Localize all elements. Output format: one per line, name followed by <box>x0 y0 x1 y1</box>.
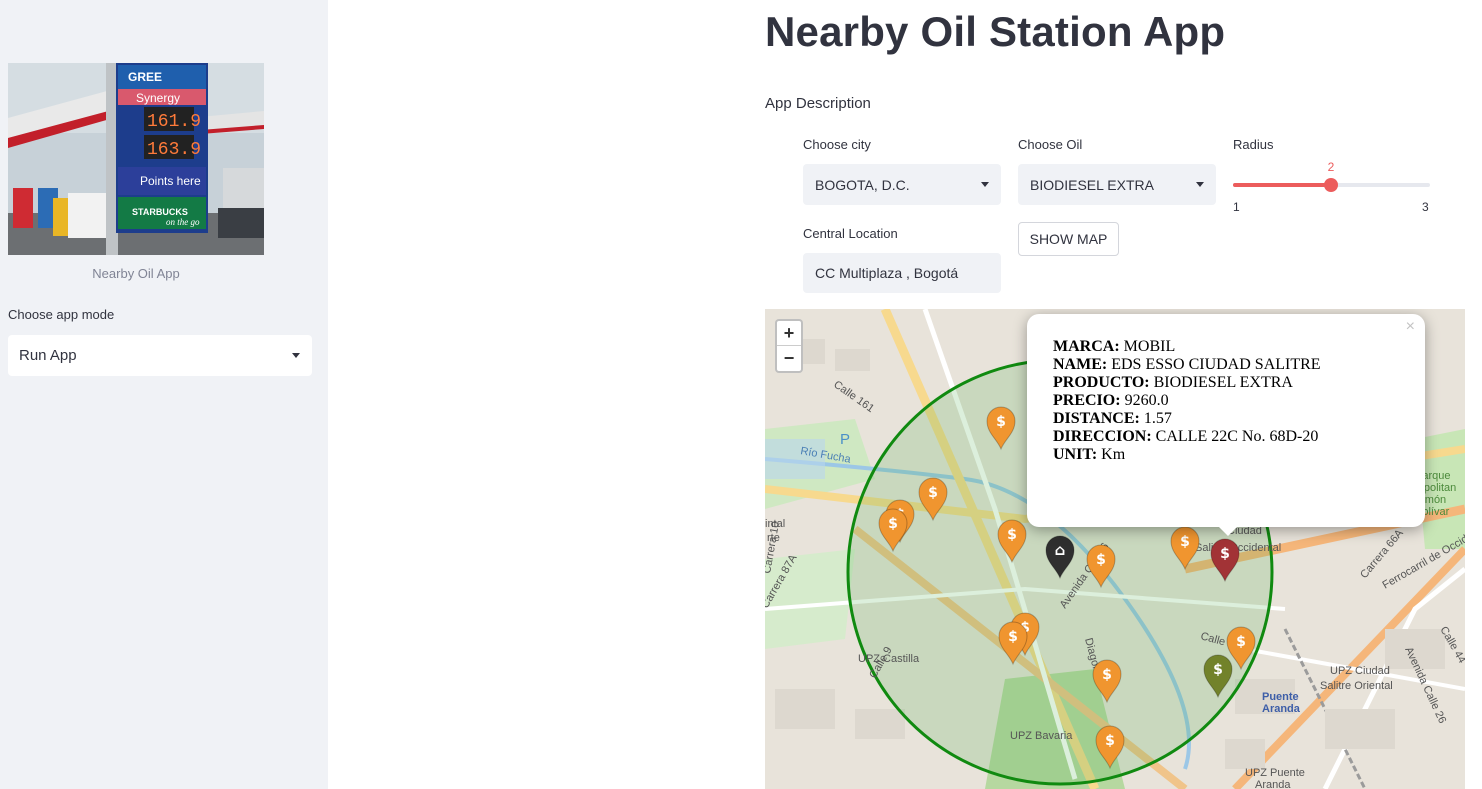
radius-value: 2 <box>1327 160 1335 174</box>
sidebar: GREE Synergy 161.9 163.9 Points here STA… <box>0 0 328 789</box>
image-caption: Nearby Oil App <box>92 266 180 281</box>
dollar-icon: $ <box>1105 733 1115 749</box>
map-label-upz-puente: UPZ Puente <box>1245 767 1305 779</box>
popup-producto: PRODUCTO: BIODIESEL EXTRA <box>1053 374 1293 391</box>
map-label-upz-bavaria: UPZ Bavaria <box>1010 730 1073 742</box>
radius-min: 1 <box>1233 200 1240 214</box>
dollar-icon: $ <box>888 516 898 532</box>
popup-distance: DISTANCE: 1.57 <box>1053 410 1172 427</box>
oil-select[interactable]: BIODIESEL EXTRA <box>1018 164 1216 205</box>
gas-station-image: GREE Synergy 161.9 163.9 Points here STA… <box>8 63 264 255</box>
dollar-icon: $ <box>1007 527 1017 543</box>
sign-price1: 161.9 <box>147 112 201 132</box>
city-select[interactable]: BOGOTA, D.C. <box>803 164 1001 205</box>
sign-brand-text: GREE <box>128 70 162 84</box>
map-label-upz-aranda: Aranda <box>1255 779 1291 789</box>
show-map-button[interactable]: SHOW MAP <box>1018 222 1119 256</box>
zoom-control: + − <box>775 319 803 373</box>
sign-starbucks-text: STARBUCKS <box>132 207 188 217</box>
radius-max: 3 <box>1422 200 1429 214</box>
app-mode-value: Run App <box>19 347 77 364</box>
chevron-down-icon <box>981 182 989 187</box>
popup-unit: UNIT: Km <box>1053 446 1126 463</box>
popup-tip <box>1217 525 1239 536</box>
map-label-puente: Puente <box>1262 691 1299 703</box>
sign-points-text: Points here <box>140 174 201 188</box>
popup-marca: MARCA: MOBIL <box>1053 338 1176 355</box>
dollar-icon: $ <box>1236 634 1246 650</box>
dollar-icon: $ <box>1213 662 1223 678</box>
oil-label: Choose Oil <box>1018 137 1083 152</box>
dollar-icon: $ <box>996 414 1006 430</box>
popup-direccion: DIRECCION: CALLE 22C No. 68D-20 <box>1053 428 1319 445</box>
sign-onthego-text: on the go <box>166 217 200 227</box>
city-label: Choose city <box>803 137 871 152</box>
dollar-icon: $ <box>1096 552 1106 568</box>
page-title: Nearby Oil Station App <box>765 8 1226 55</box>
popup-name: NAME: EDS ESSO CIUDAD SALITRE <box>1053 356 1321 373</box>
radius-label: Radius <box>1233 137 1274 152</box>
zoom-in-button[interactable]: + <box>777 321 801 346</box>
dollar-icon: $ <box>1008 629 1018 645</box>
app-mode-select[interactable]: Run App <box>8 335 312 376</box>
zoom-out-button[interactable]: − <box>777 346 801 371</box>
oil-value: BIODIESEL EXTRA <box>1030 176 1154 193</box>
chevron-down-icon <box>1196 182 1204 187</box>
radius-slider-fill <box>1233 183 1331 187</box>
dollar-icon: $ <box>928 485 938 501</box>
sign-price2: 163.9 <box>147 140 201 160</box>
map-label-salitre-oriental: Salitre Oriental <box>1320 680 1393 692</box>
dollar-icon: $ <box>1102 667 1112 683</box>
close-icon[interactable]: × <box>1406 318 1415 336</box>
chevron-down-icon <box>292 353 300 358</box>
radius-slider-handle[interactable] <box>1324 178 1338 192</box>
map[interactable]: Calle 161 Río Fucha UPZ Castilla UPZ Bav… <box>765 309 1465 789</box>
dollar-icon: $ <box>1220 546 1230 562</box>
map-label-parking: P <box>840 431 850 448</box>
city-value: BOGOTA, D.C. <box>815 176 910 193</box>
dollar-icon: $ <box>1180 534 1190 550</box>
popup-precio: PRECIO: 9260.0 <box>1053 392 1169 409</box>
location-label: Central Location <box>803 226 898 241</box>
sign-synergy-text: Synergy <box>136 91 180 105</box>
app-description: App Description <box>765 95 871 112</box>
app-mode-label: Choose app mode <box>8 307 115 322</box>
location-input[interactable] <box>803 253 1001 293</box>
map-label-aranda: Aranda <box>1262 703 1301 715</box>
station-popup: × MARCA: MOBIL NAME: EDS ESSO CIUDAD SAL… <box>1027 314 1425 527</box>
map-label-upz-ciudad: UPZ Ciudad <box>1330 665 1390 677</box>
home-icon: ⌂ <box>1055 541 1066 559</box>
